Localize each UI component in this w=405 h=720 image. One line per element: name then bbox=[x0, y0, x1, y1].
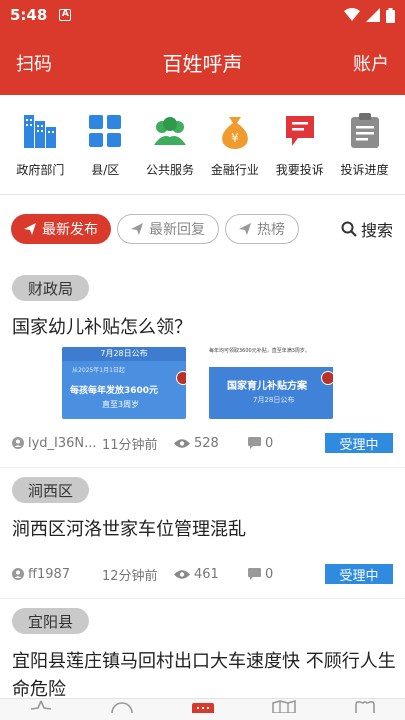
building-icon bbox=[20, 111, 60, 151]
wifi-icon bbox=[344, 8, 360, 21]
status-time: 5:48 bbox=[10, 6, 48, 24]
emblem-icon bbox=[321, 371, 333, 385]
star-icon[interactable] bbox=[29, 699, 53, 713]
post-title[interactable]: 宜阳县莲庄镇马回村出口大车速度快 不顾行人生命危险 bbox=[12, 648, 397, 704]
money-bag-icon: ¥ bbox=[215, 111, 255, 151]
shortcut-label: 我要投诉 bbox=[275, 163, 324, 177]
shortcut-bar: 政府部门 县/区 公共服务 ¥ 金融行业 我要投诉 投诉进度 bbox=[0, 95, 405, 195]
divider bbox=[0, 467, 405, 468]
post-views: 528 bbox=[174, 436, 248, 451]
shortcut-label: 投诉进度 bbox=[340, 163, 389, 177]
clipboard-icon bbox=[345, 111, 385, 151]
search-icon bbox=[341, 221, 357, 237]
eye-icon bbox=[174, 438, 190, 448]
eye-icon bbox=[174, 569, 190, 579]
section-tag[interactable]: 涧西区 bbox=[12, 477, 90, 503]
signal-icon bbox=[366, 8, 380, 22]
post-author-name: lyd_I36N... bbox=[28, 435, 97, 451]
thumb-line: 7月28日公布 bbox=[253, 396, 295, 404]
app-bar: 扫码 百姓呼声 账户 bbox=[0, 30, 405, 95]
tab-label: 热榜 bbox=[257, 222, 285, 238]
thumb-line: 国家育儿补贴方案 bbox=[227, 381, 307, 392]
thumb-line: 从2025年1月1日起 bbox=[72, 367, 125, 374]
svg-text:¥: ¥ bbox=[231, 131, 239, 145]
search-button[interactable]: 搜索 bbox=[341, 217, 393, 241]
tab-hot-list[interactable]: 热榜 bbox=[225, 214, 299, 244]
section-tag[interactable]: 宜阳县 bbox=[12, 608, 90, 634]
bottom-nav bbox=[0, 698, 405, 720]
post-views: 461 bbox=[174, 567, 248, 582]
tab-label: 最新回复 bbox=[149, 222, 205, 238]
map-icon[interactable] bbox=[271, 699, 296, 713]
post-author[interactable]: lyd_I36N... bbox=[12, 436, 102, 451]
battery-icon bbox=[386, 7, 395, 23]
tab-label: 最新发布 bbox=[42, 222, 98, 238]
tab-latest-replies[interactable]: 最新回复 bbox=[117, 214, 219, 244]
thumb-line: 每年均可领取3600元补贴，直至年满3周岁。 bbox=[209, 348, 310, 354]
status-badge: 受理中 bbox=[325, 564, 393, 584]
post-views-count: 528 bbox=[194, 435, 219, 451]
status-bar: 5:48 A bbox=[0, 0, 405, 30]
thumb-line: 直至3周岁 bbox=[102, 400, 140, 409]
post-thumbnail[interactable]: 每年均可领取3600元补贴，直至年满3周岁。 国家育儿补贴方案 7月28日公布 bbox=[209, 347, 333, 419]
post-comments-count: 0 bbox=[265, 435, 274, 451]
status-badge: 受理中 bbox=[325, 433, 393, 453]
send-icon bbox=[24, 223, 36, 235]
compass-icon[interactable] bbox=[110, 699, 134, 713]
account-button[interactable]: 账户 bbox=[353, 50, 389, 76]
user-icon bbox=[12, 568, 24, 580]
scan-button[interactable]: 扫码 bbox=[16, 50, 52, 76]
post-thumbnail[interactable]: 7月28日公布 从2025年1月1日起 每孩每年发放3600元 直至3周岁 bbox=[62, 347, 186, 419]
people-icon bbox=[150, 111, 190, 151]
shortcut-label: 县/区 bbox=[91, 163, 120, 177]
grid-icon bbox=[85, 111, 125, 151]
profile-icon[interactable] bbox=[353, 699, 377, 713]
post-comments: 0 bbox=[248, 436, 273, 451]
home-icon[interactable] bbox=[191, 699, 215, 713]
notification-a-icon: A bbox=[59, 9, 72, 21]
post-title[interactable]: 涧西区河洛世家车位管理混乱 bbox=[12, 516, 397, 544]
post-comments: 0 bbox=[248, 567, 273, 582]
shortcut-public-service[interactable]: 公共服务 bbox=[139, 95, 201, 194]
section-tag[interactable]: 财政局 bbox=[12, 275, 90, 301]
comment-icon bbox=[248, 437, 261, 449]
post-author-name: ff1987 bbox=[28, 566, 71, 582]
post-views-count: 461 bbox=[194, 566, 219, 582]
complaint-icon bbox=[280, 111, 320, 151]
post-title[interactable]: 国家幼儿补贴怎么领？ bbox=[12, 314, 397, 342]
thumb-header: 7月28日公布 bbox=[62, 347, 186, 361]
shortcut-finance[interactable]: ¥ 金融行业 bbox=[204, 95, 266, 194]
shortcut-progress[interactable]: 投诉进度 bbox=[334, 95, 396, 194]
filter-tabs: 最新发布 最新回复 热榜 搜索 bbox=[0, 212, 405, 246]
send-icon bbox=[131, 223, 143, 235]
post-author[interactable]: ff1987 bbox=[12, 567, 102, 582]
divider bbox=[0, 598, 405, 599]
search-label: 搜索 bbox=[360, 221, 393, 240]
thumb-line: 每孩每年发放3600元 bbox=[70, 386, 159, 396]
post-comments-count: 0 bbox=[265, 566, 274, 582]
post-time: 12分钟前 bbox=[102, 568, 158, 584]
shortcut-label: 公共服务 bbox=[146, 163, 195, 177]
post-time: 11分钟前 bbox=[102, 437, 158, 453]
shortcut-complaint[interactable]: 我要投诉 bbox=[269, 95, 331, 194]
send-icon bbox=[239, 223, 251, 235]
shortcut-county[interactable]: 县/区 bbox=[74, 95, 136, 194]
shortcut-government[interactable]: 政府部门 bbox=[9, 95, 71, 194]
user-icon bbox=[12, 437, 24, 449]
emblem-icon bbox=[176, 371, 186, 385]
app-title: 百姓呼声 bbox=[162, 52, 243, 76]
shortcut-label: 政府部门 bbox=[16, 163, 65, 177]
comment-icon bbox=[248, 568, 261, 580]
tab-latest-posts[interactable]: 最新发布 bbox=[11, 214, 111, 244]
shortcut-label: 金融行业 bbox=[210, 163, 259, 177]
